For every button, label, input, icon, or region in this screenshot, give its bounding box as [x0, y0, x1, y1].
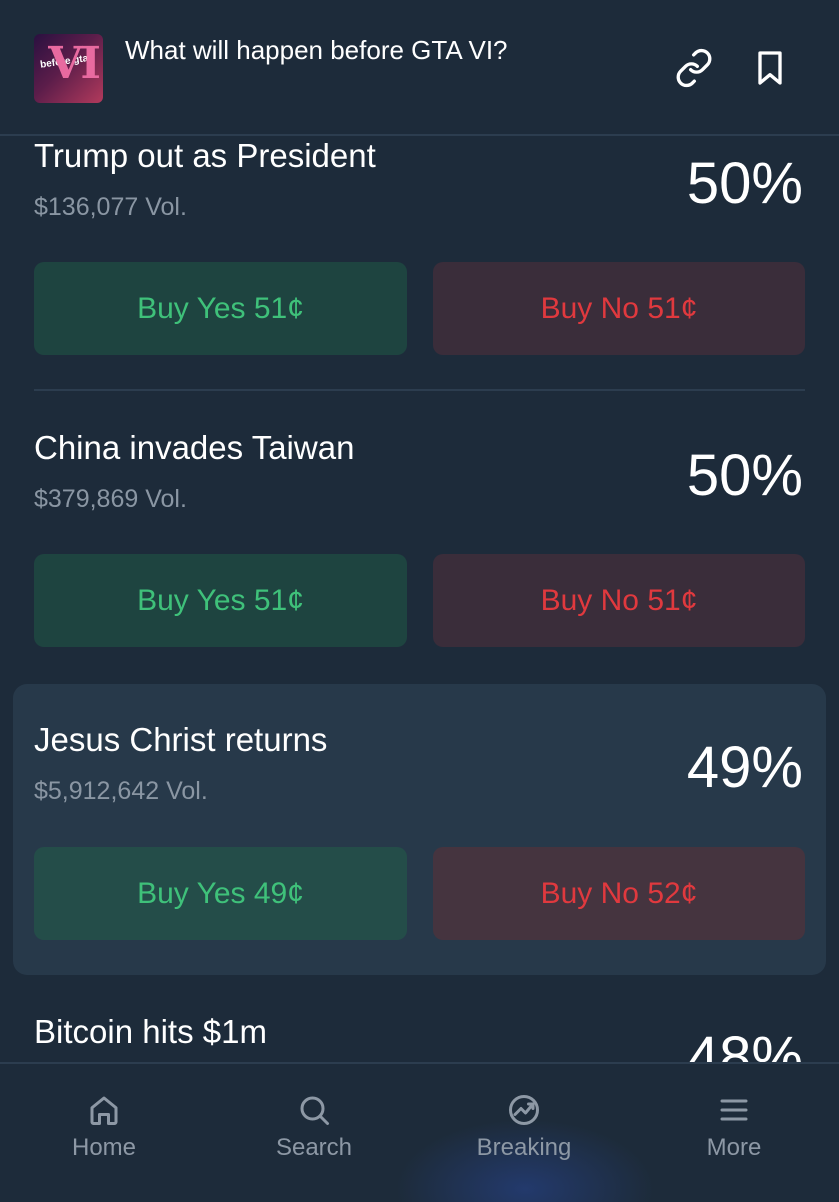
- nav-label: Search: [275, 1134, 353, 1161]
- home-icon: [90, 1096, 118, 1125]
- market-thumbnail: before gta6 VI: [34, 34, 103, 103]
- nav-search[interactable]: Search: [234, 1092, 394, 1162]
- thumbnail-numeral: VI: [48, 38, 101, 89]
- divider: [34, 389, 805, 391]
- market-percent: 50%: [686, 151, 803, 216]
- market-volume: $379,869 Vol.: [34, 485, 187, 513]
- nav-more[interactable]: More: [654, 1092, 814, 1162]
- bottom-nav: Home Search Breaking More: [0, 1062, 839, 1202]
- buy-no-button[interactable]: Buy No 51¢: [433, 554, 805, 647]
- header: before gta6 VI What will happen before G…: [0, 0, 839, 136]
- market-name[interactable]: Bitcoin hits $1m: [34, 1013, 267, 1051]
- menu-icon: [720, 1099, 748, 1121]
- nav-label: More: [706, 1134, 762, 1161]
- breaking-chart-icon: [509, 1095, 539, 1125]
- link-icon[interactable]: [674, 48, 714, 88]
- buy-yes-button[interactable]: Buy Yes 51¢: [34, 554, 407, 647]
- market-name[interactable]: Trump out as President: [34, 137, 376, 175]
- nav-home[interactable]: Home: [24, 1092, 184, 1162]
- market-percent: 49%: [686, 735, 803, 800]
- market-percent: 50%: [686, 443, 803, 508]
- buy-no-button[interactable]: Buy No 52¢: [433, 847, 805, 940]
- market-name[interactable]: Jesus Christ returns: [34, 721, 327, 759]
- search-icon: [300, 1096, 329, 1125]
- buy-yes-button[interactable]: Buy Yes 49¢: [34, 847, 407, 940]
- buy-yes-button[interactable]: Buy Yes 51¢: [34, 262, 407, 355]
- buy-no-button[interactable]: Buy No 51¢: [433, 262, 805, 355]
- market-name[interactable]: China invades Taiwan: [34, 429, 354, 467]
- market-volume: $5,912,642 Vol.: [34, 777, 208, 805]
- page-title: What will happen before GTA VI?: [125, 35, 508, 65]
- nav-label: Breaking: [476, 1134, 572, 1161]
- market-volume: $136,077 Vol.: [34, 193, 187, 221]
- nav-breaking[interactable]: Breaking: [444, 1092, 604, 1162]
- nav-label: Home: [71, 1134, 137, 1161]
- bookmark-icon[interactable]: [750, 48, 790, 88]
